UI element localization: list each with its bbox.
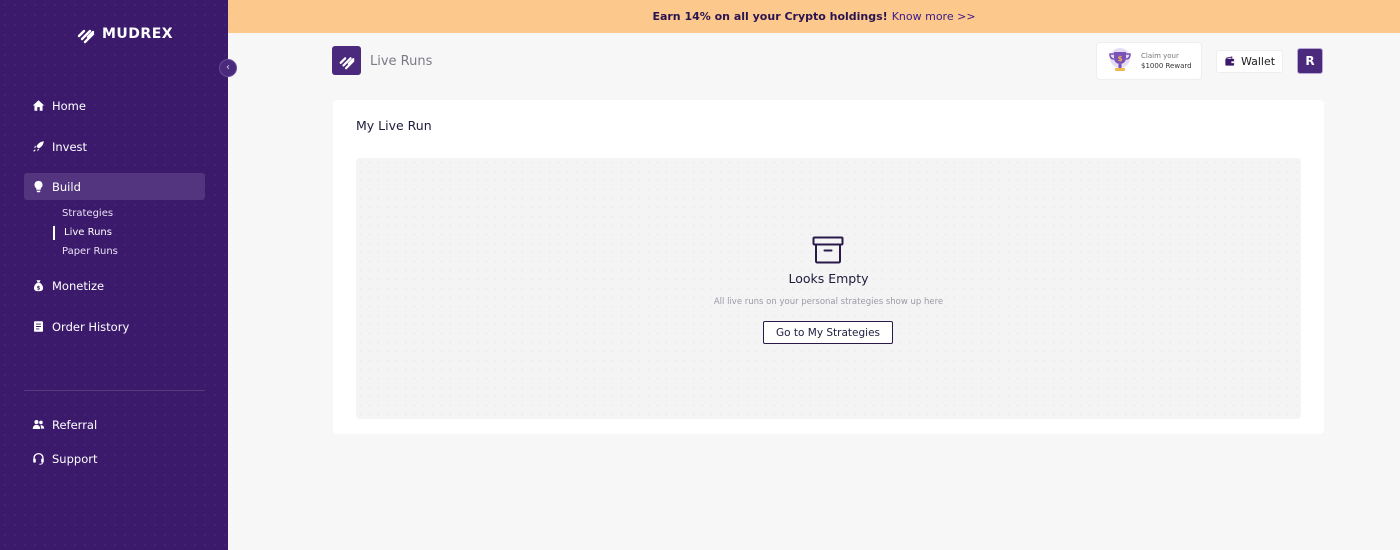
sidebar-item-label: Monetize [52,278,105,293]
archive-box-icon [812,236,844,264]
sidebar-item-invest[interactable]: Invest [24,133,205,160]
sidebar-item-label: Invest [52,139,88,154]
sidebar-item-support[interactable]: Support [24,445,205,472]
go-to-my-strategies-button[interactable]: Go to My Strategies [763,321,893,344]
document-icon [34,321,43,332]
brand-logo[interactable]: MUDREX [76,24,173,44]
promo-banner: Earn 14% on all your Crypto holdings! Kn… [228,0,1400,33]
sidebar-subitem-live-runs[interactable]: Live Runs [64,227,112,238]
headset-icon [33,452,44,465]
card-title: My Live Run [356,118,432,133]
wallet-label: Wallet [1240,55,1276,68]
sidebar-item-label: Home [52,98,86,113]
page-icon [332,46,361,75]
brand-name: MUDREX [102,26,174,42]
sidebar-item-label: Build [52,179,81,194]
sidebar-subitem-strategies[interactable]: Strategies [62,208,113,219]
chevron-left-icon: ‹ [226,62,230,73]
empty-state-description: All live runs on your personal strategie… [713,297,944,307]
sidebar-item-build[interactable]: Build [24,173,205,200]
reward-line2: $1000 Reward [1141,62,1192,70]
sidebar-item-label: Referral [52,417,98,432]
reward-line1: Claim your [1141,52,1179,60]
sidebar-item-referral[interactable]: Referral [24,411,205,438]
mudrex-logo-icon [77,29,95,44]
sidebar-item-label: Support [52,451,98,466]
know-more-link[interactable]: Know more >> [892,10,976,23]
people-icon [32,420,45,429]
sidebar-item-order-history[interactable]: Order History [24,313,205,340]
sidebar-subitem-paper-runs[interactable]: Paper Runs [62,246,118,257]
reward-text: Claim your $1000 Reward [1141,51,1192,71]
sidebar-divider [24,390,205,391]
sidebar-collapse-button[interactable]: ‹ [219,59,237,77]
live-runs-card: My Live Run Looks Empty All live runs on… [333,100,1324,434]
home-icon [32,100,45,111]
svg-text:$: $ [37,285,41,291]
rocket-icon [33,141,44,152]
sidebar: MUDREX ‹ Home Invest Build Strategies Li… [0,0,237,550]
page-title: Live Runs [370,54,433,69]
wallet-icon [1225,56,1235,66]
trophy-icon: $ [1109,48,1131,71]
empty-state-title: Looks Empty [788,271,869,286]
sidebar-item-monetize[interactable]: $ Monetize [24,272,205,299]
claim-reward-button[interactable]: $ Claim your $1000 Reward [1096,42,1202,80]
sidebar-item-home[interactable]: Home [24,92,205,119]
sidebar-item-label: Order History [52,319,130,334]
active-indicator [53,226,55,240]
svg-text:$: $ [1118,55,1123,63]
wallet-button[interactable]: Wallet [1216,50,1283,73]
lightbulb-icon [34,180,43,193]
user-avatar[interactable]: R [1297,48,1323,74]
money-bag-icon: $ [33,280,44,291]
mudrex-logo-icon [339,56,354,69]
empty-state: Looks Empty All live runs on your person… [356,158,1301,419]
promo-text: Earn 14% on all your Crypto holdings! [652,10,888,23]
